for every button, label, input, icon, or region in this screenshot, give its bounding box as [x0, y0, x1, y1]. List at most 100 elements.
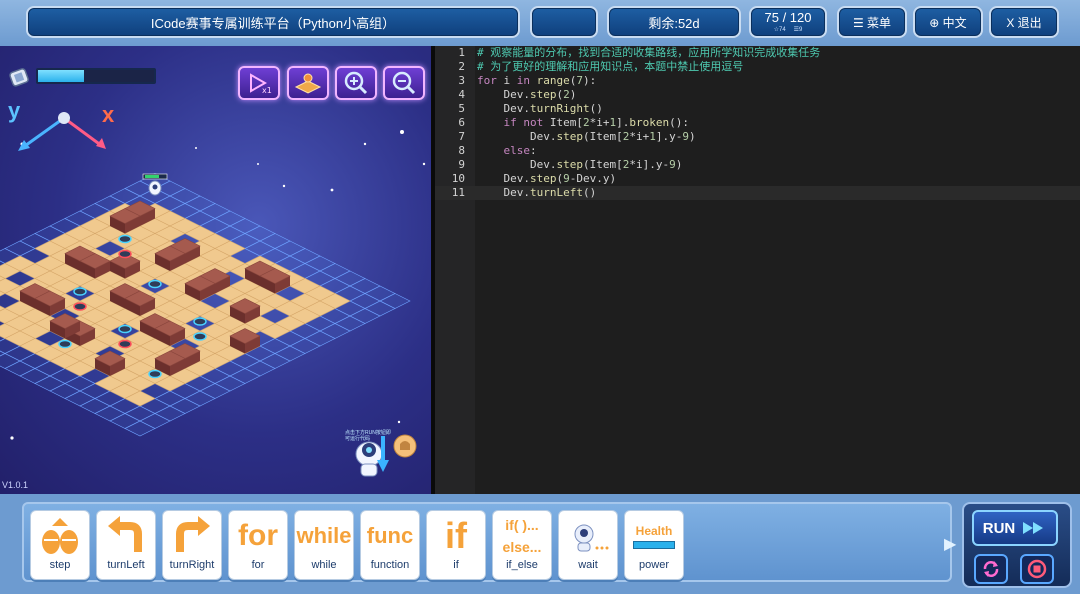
code-token: ) — [569, 88, 577, 101]
run-panel: RUN — [962, 502, 1072, 588]
code-token: (Item[ — [582, 158, 623, 171]
block-if-else[interactable]: if( )... else... if_else — [492, 510, 552, 580]
energy-item — [118, 339, 132, 349]
bottom-toolbar: step turnLeft turnRight for for while while fun… — [0, 494, 1080, 594]
game-view[interactable]: x1 y x 点击下方RUN按钮即可运行代码 V1.0.1 — [0, 46, 431, 494]
line-number: 1 — [458, 46, 465, 59]
line-number: 7 — [458, 130, 465, 143]
code-function: broken — [629, 116, 670, 129]
line-number: 8 — [458, 144, 465, 157]
line-number: 2 — [458, 60, 465, 73]
scroll-right-icon[interactable]: ▶ — [944, 534, 956, 554]
block-turnLeft[interactable]: turnLeft — [96, 510, 156, 580]
fast-forward-icon — [1023, 522, 1044, 534]
code-token: () — [582, 186, 597, 199]
code-line[interactable]: 6 if not Item[2*i+1].broken(): — [435, 116, 1080, 130]
code-token: *i+ — [629, 130, 650, 143]
turnleft-icon — [97, 511, 155, 561]
energy-item — [118, 324, 132, 334]
wait-icon — [559, 511, 617, 561]
block-power[interactable]: Health power — [624, 510, 684, 580]
block-for[interactable]: for for — [228, 510, 288, 580]
code-line[interactable]: 7 Dev.step(Item[2*i+1].y-9) — [435, 130, 1080, 144]
block-step[interactable]: step — [30, 510, 90, 580]
top-bar: ICode赛事专属训练平台（Python小高组） 剩余:52d 75 / 120… — [0, 0, 1080, 46]
code-token: ): — [583, 74, 597, 87]
block-label: step — [49, 559, 71, 571]
exit-button[interactable]: X 退出 — [989, 6, 1059, 38]
code-line-current[interactable]: 11 Dev.turnLeft() — [435, 186, 1080, 200]
code-keyword: if not — [477, 116, 544, 129]
code-number: 2 — [563, 88, 570, 101]
code-token: Item[ — [543, 116, 583, 129]
if-else-icon: if( )... else... — [502, 517, 542, 555]
block-wait[interactable]: wait — [558, 510, 618, 580]
code-number: 1 — [649, 130, 656, 143]
code-function: range — [530, 74, 570, 87]
progress-count: 75 / 120 — [764, 10, 812, 25]
code-line[interactable]: 1 # 观察能量的分布，找到合适的收集路线，应用所学知识完成收集任务 — [435, 46, 1080, 60]
line-number: 5 — [458, 102, 465, 115]
code-editor[interactable]: 1 # 观察能量的分布，找到合适的收集路线，应用所学知识完成收集任务 2 # 为… — [431, 46, 1080, 494]
menu-count: ☰9 — [793, 27, 803, 33]
energy-item — [58, 339, 72, 349]
code-token: ]. — [616, 116, 630, 129]
reset-button[interactable] — [974, 554, 1008, 584]
progress-stats: ☆74 ☰9 — [774, 27, 803, 33]
code-token: (): — [669, 116, 689, 129]
block-label: if — [453, 559, 459, 571]
line-number: 9 — [458, 158, 465, 171]
refresh-icon — [983, 561, 999, 577]
version-label: V1.0.1 — [2, 480, 29, 490]
code-number: 9 — [682, 130, 689, 143]
code-line[interactable]: 4 Dev.step(2) — [435, 88, 1080, 102]
code-line[interactable]: 9 Dev.step(Item[2*i].y-9) — [435, 158, 1080, 172]
code-token: i — [496, 74, 517, 87]
for-icon: for — [238, 519, 278, 552]
stop-icon — [1027, 559, 1047, 579]
code-token: Dev. — [477, 186, 530, 199]
code-line[interactable]: 8 else: — [435, 144, 1080, 158]
language-button[interactable]: ⊕ 中文 — [913, 6, 983, 38]
block-label: function — [370, 559, 410, 571]
code-keyword: for — [477, 74, 497, 87]
code-line[interactable]: 3 for i in range(7): — [435, 74, 1080, 88]
block-if[interactable]: if if — [426, 510, 486, 580]
stop-button[interactable] — [1020, 554, 1054, 584]
code-number: 9 — [563, 172, 570, 185]
code-comment: # 观察能量的分布，找到合适的收集路线，应用所学知识完成收集任务 — [477, 46, 821, 59]
block-label: for — [251, 559, 265, 571]
block-while[interactable]: while while — [294, 510, 354, 580]
if-icon: if — [445, 515, 467, 556]
block-function[interactable]: func function — [360, 510, 420, 580]
code-token: ].y- — [655, 130, 683, 143]
platform-title: ICode赛事专属训练平台（Python小高组） — [26, 6, 520, 38]
energy-item — [148, 279, 162, 289]
while-icon: while — [296, 523, 352, 548]
code-token: Dev. — [477, 172, 530, 185]
func-icon: func — [366, 523, 414, 548]
block-turnRight[interactable]: turnRight — [162, 510, 222, 580]
code-number: 2 — [582, 116, 590, 129]
energy-item — [148, 369, 162, 379]
energy-item — [73, 302, 87, 311]
code-line[interactable]: 10 Dev.step(9-Dev.y) — [435, 172, 1080, 186]
code-function: step — [556, 130, 583, 143]
run-button[interactable]: RUN — [972, 510, 1058, 546]
code-block-palette: step turnLeft turnRight for for while while fun… — [22, 502, 952, 582]
block-label: while — [311, 559, 337, 571]
code-function: step — [529, 88, 557, 101]
remaining-days: 剩余:52d — [607, 6, 741, 38]
code-function: step — [556, 158, 583, 171]
code-keyword: in — [516, 74, 530, 87]
code-number: 9 — [669, 158, 676, 171]
code-token: Dev. — [477, 88, 530, 101]
code-line[interactable]: 2 # 为了更好的理解和应用知识点，本题中禁止使用逗号 — [435, 60, 1080, 74]
level-progress: 75 / 120 ☆74 ☰9 — [749, 6, 827, 38]
step-icon — [31, 511, 89, 561]
energy-item — [193, 317, 207, 326]
menu-button[interactable]: ☰ 菜单 — [837, 6, 907, 38]
line-number: 10 — [451, 172, 465, 185]
health-icon: Health — [625, 511, 683, 561]
code-line[interactable]: 5 Dev.turnRight() — [435, 102, 1080, 116]
